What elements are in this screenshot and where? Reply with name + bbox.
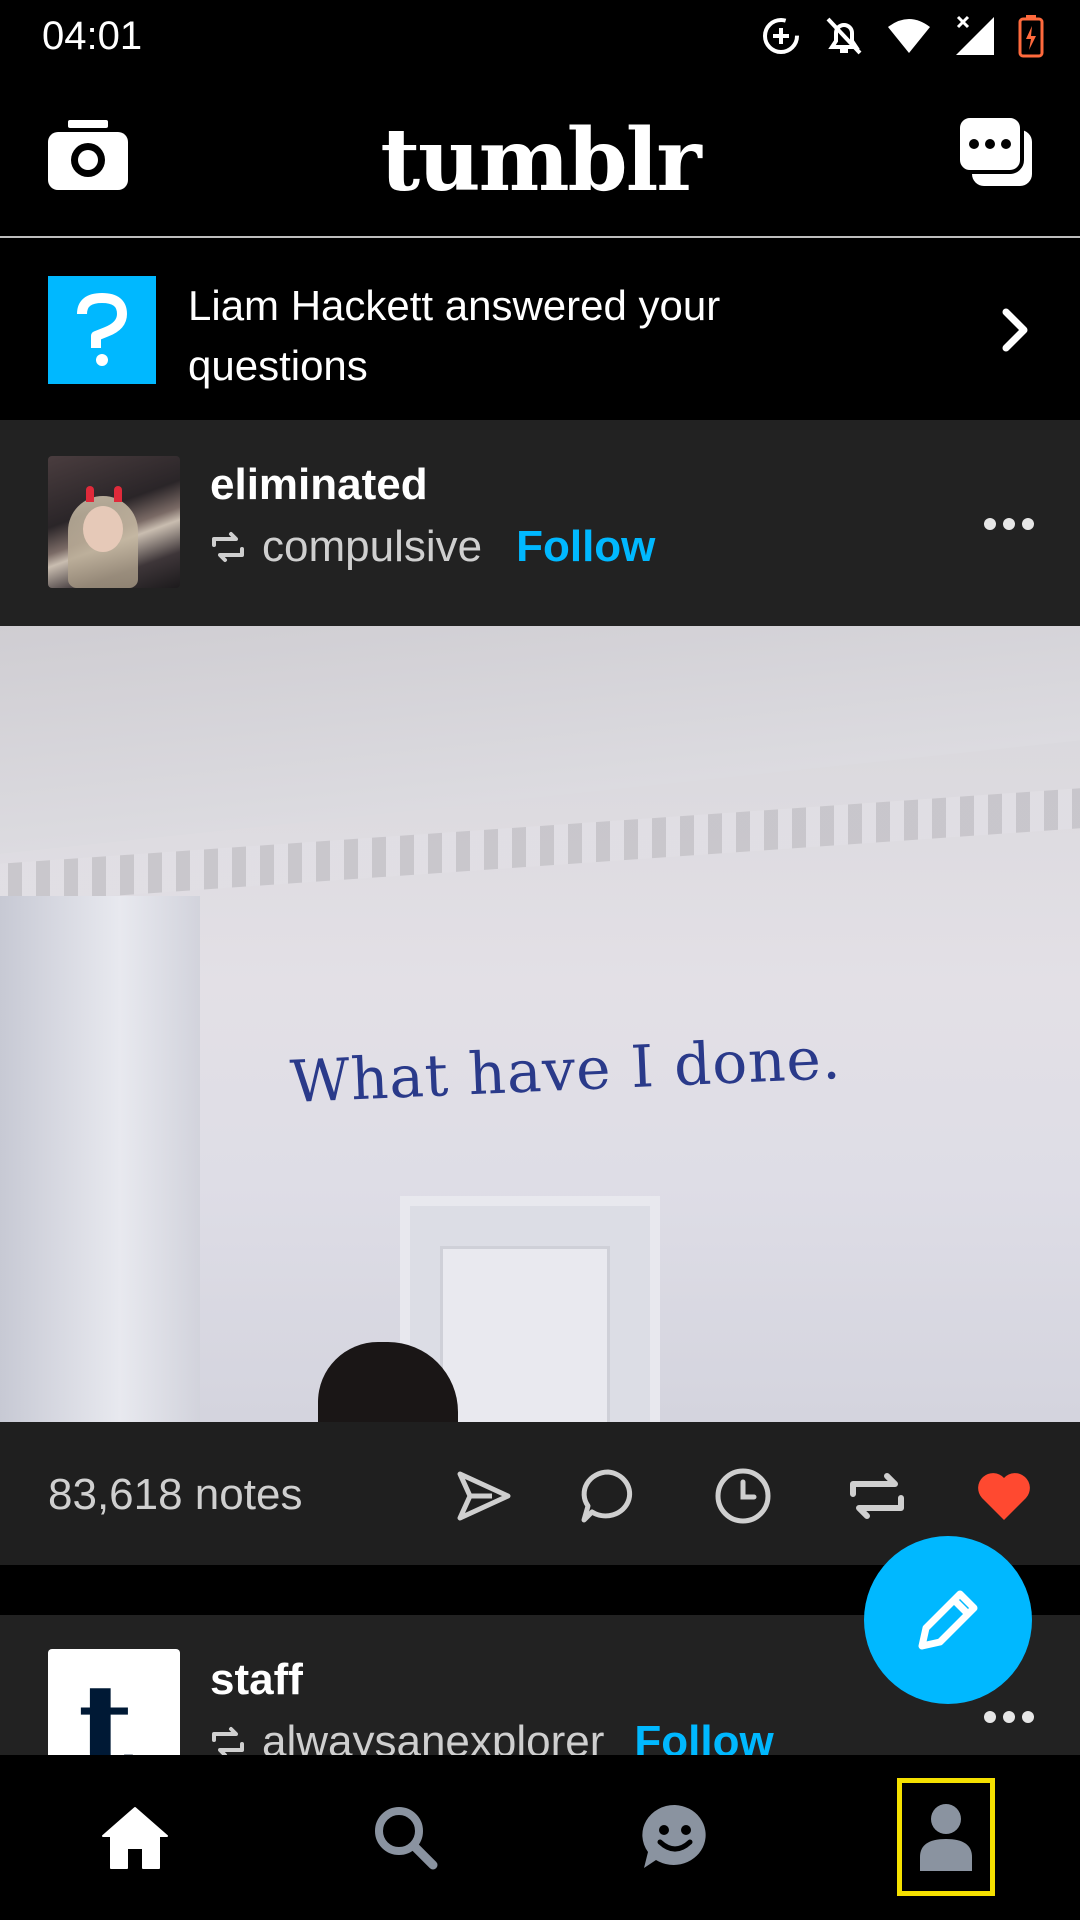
follow-button[interactable]: Follow	[634, 1717, 773, 1755]
avatar-letter: t	[78, 1658, 134, 1756]
compose-button[interactable]	[864, 1536, 1032, 1704]
notification-text: Liam Hackett answered your questions	[188, 282, 721, 389]
status-time: 04:01	[42, 14, 143, 58]
post-header: eliminated compulsive Follow	[0, 420, 1080, 626]
account-icon	[920, 1804, 972, 1871]
notes-count[interactable]: 83,618 notes	[48, 1470, 302, 1520]
nav-activity[interactable]	[635, 1797, 715, 1877]
reblog-icon	[212, 532, 244, 562]
pencil-icon	[918, 1590, 978, 1650]
queue-icon[interactable]	[713, 1466, 773, 1526]
share-icon[interactable]	[454, 1466, 514, 1526]
post-card: eliminated compulsive Follow What have I…	[0, 420, 1080, 1565]
answer-notification[interactable]: Liam Hackett answered your questions	[0, 240, 1080, 420]
reblog-source[interactable]: compulsive	[262, 522, 482, 572]
reblog-icon	[212, 1727, 244, 1755]
blog-name[interactable]: eliminated	[210, 460, 428, 510]
avatar[interactable]: t	[48, 1649, 180, 1755]
avatar[interactable]	[48, 456, 180, 588]
wifi-icon	[888, 19, 930, 53]
battery-charging-icon	[1018, 15, 1044, 58]
reblog-info: alwaysanexplorer Follow	[210, 1717, 774, 1755]
messages-icon	[956, 114, 1032, 186]
reblog-source[interactable]: alwaysanexplorer	[262, 1717, 604, 1755]
reblog-button-icon[interactable]	[847, 1466, 907, 1526]
nav-home[interactable]	[95, 1797, 175, 1877]
like-icon[interactable]	[974, 1466, 1034, 1526]
data-saver-icon	[763, 18, 799, 54]
notifications-off-icon	[826, 17, 862, 55]
more-options-icon[interactable]	[984, 518, 1034, 532]
comment-icon[interactable]	[578, 1466, 638, 1526]
signal-icon	[956, 15, 994, 55]
app-header: tumblr	[0, 72, 1080, 238]
question-icon	[48, 276, 156, 384]
post-image[interactable]: What have I done.	[0, 626, 1080, 1422]
image-text: What have I done.	[288, 1024, 843, 1116]
nav-search[interactable]	[365, 1797, 445, 1877]
messages-button[interactable]	[956, 114, 1034, 190]
reblog-info: compulsive Follow	[210, 522, 655, 572]
bottom-nav	[0, 1755, 1080, 1920]
more-options-icon[interactable]	[984, 1711, 1034, 1725]
status-bar: 04:01	[0, 0, 1080, 72]
status-icons	[760, 14, 1044, 58]
blog-name[interactable]: staff	[210, 1655, 303, 1705]
chevron-right-icon	[996, 306, 1036, 354]
follow-button[interactable]: Follow	[516, 522, 655, 572]
home-icon	[102, 1807, 168, 1869]
search-icon	[375, 1807, 438, 1870]
app-logo: tumblr	[380, 110, 701, 211]
activity-icon	[642, 1804, 706, 1868]
nav-account[interactable]	[906, 1797, 986, 1877]
